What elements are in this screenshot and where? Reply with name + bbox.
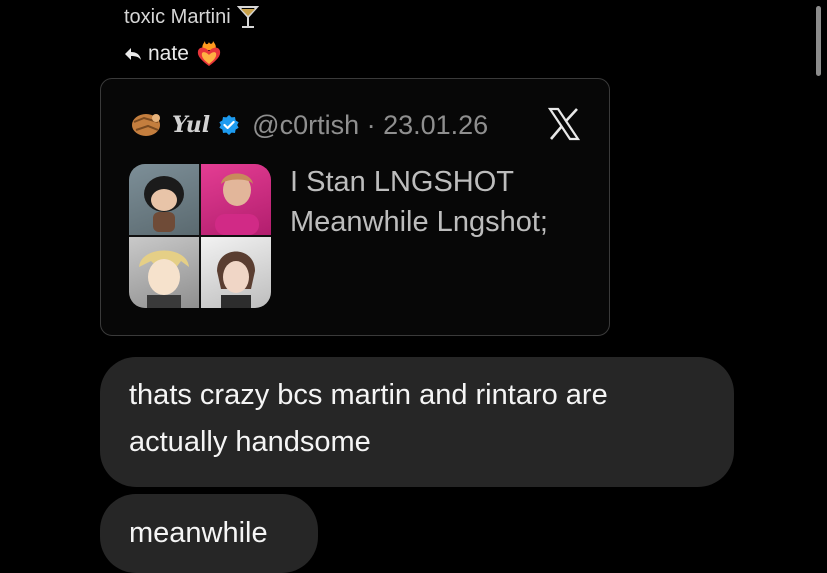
message-bubble[interactable]: meanwhile [100, 494, 318, 573]
person-image [217, 251, 255, 308]
martini-glass-icon [236, 6, 259, 28]
media-tile[interactable] [201, 237, 271, 308]
tweet-media-grid[interactable] [129, 164, 271, 308]
heart-on-fire-icon [197, 41, 221, 66]
tweet-text-line: I Stan LNGSHOT [290, 166, 515, 198]
media-tile[interactable] [129, 164, 199, 235]
sender-name-row: toxic Martini [124, 4, 259, 30]
scrollbar[interactable] [816, 6, 821, 76]
tweet-text: I Stan LNGSHOT Meanwhile Lngshot; [290, 162, 590, 242]
media-tile[interactable] [201, 164, 271, 235]
verified-badge-icon [219, 115, 239, 135]
tweet-header: Yul @c0rtish · 23.01.26 [128, 108, 488, 142]
tweet-text-line: Meanwhile Lngshot; [290, 206, 548, 238]
anime-character-image [139, 250, 189, 308]
reply-arrow-icon [125, 48, 141, 60]
message-bubble[interactable]: thats crazy bcs martin and rintaro are a… [100, 357, 734, 487]
reply-to-name: nate [148, 42, 189, 65]
reply-indicator[interactable]: nate [124, 40, 223, 68]
hands-emoji-avatar-icon [132, 114, 160, 136]
figurine-image [144, 176, 184, 232]
x-logo-icon [548, 107, 580, 141]
tweet-display-name[interactable]: Yul [172, 112, 210, 138]
message-text-line: thats crazy bcs martin and rintaro are [129, 379, 608, 411]
media-tile[interactable] [129, 237, 199, 308]
message-text-line: actually handsome [129, 426, 371, 458]
person-image [215, 173, 259, 235]
message-text: meanwhile [129, 517, 268, 549]
tweet-handle-date: @c0rtish · 23.01.26 [252, 109, 489, 140]
sender-name: toxic Martini [124, 5, 231, 28]
